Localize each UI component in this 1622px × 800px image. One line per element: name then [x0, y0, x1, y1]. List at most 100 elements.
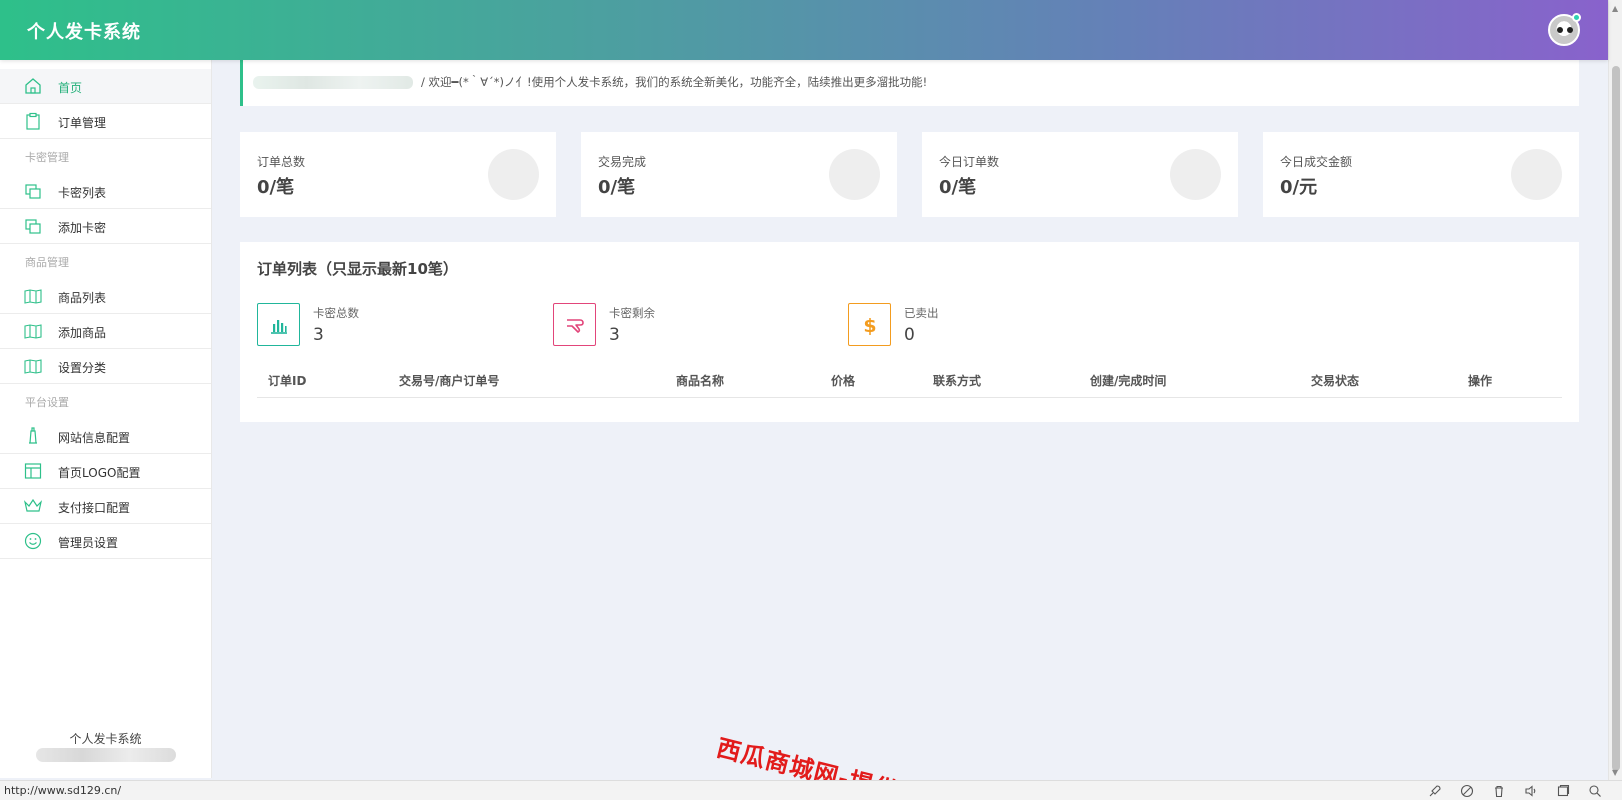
column-header-action: 操作	[1468, 374, 1493, 388]
stat-card-total-orders: 订单总数 0/笔	[240, 132, 556, 217]
window-icon[interactable]	[1556, 784, 1570, 798]
column-header-order-id: 订单ID	[268, 374, 307, 388]
stat-circle-icon	[829, 149, 880, 200]
redacted-text	[253, 76, 413, 89]
summary-card-total: 卡密总数 3	[257, 303, 517, 347]
stat-card-completed: 交易完成 0/笔	[581, 132, 897, 217]
nav-group-card: 卡密管理	[25, 151, 69, 164]
welcome-banner: / 欢迎━(*｀∀´*)ノ亻!使用个人发卡系统，我们的系统全新美化，功能齐全，陆…	[240, 60, 1579, 106]
stat-value: 0/笔	[257, 177, 295, 198]
block-icon[interactable]	[1460, 784, 1474, 798]
stat-circle-icon	[1170, 149, 1221, 200]
sidebar-item-add-goods[interactable]: 添加商品	[0, 314, 211, 349]
sidebar-item-label: 支付接口配置	[58, 501, 131, 515]
sidebar-item-home[interactable]: 首页	[0, 69, 211, 104]
sidebar-item-label: 首页LOGO配置	[58, 466, 141, 480]
summary-label: 卡密总数	[313, 306, 359, 320]
smile-icon	[24, 532, 42, 550]
sidebar-item-label: 设置分类	[58, 361, 107, 375]
trash-icon[interactable]	[1492, 784, 1506, 798]
copy-icon	[25, 184, 41, 199]
sidebar-item-label: 添加卡密	[58, 221, 107, 235]
avatar-eye	[1557, 27, 1563, 33]
sidebar-item-card-list[interactable]: 卡密列表	[0, 174, 211, 209]
stat-title: 今日成交金额	[1280, 155, 1353, 169]
sidebar-item-payment[interactable]: 支付接口配置	[0, 489, 211, 524]
stat-title: 今日订单数	[939, 155, 1000, 169]
sidebar-item-goods-list[interactable]: 商品列表	[0, 279, 211, 314]
stat-value: 0/元	[1280, 177, 1318, 198]
summary-label: 已卖出	[904, 306, 939, 320]
lighthouse-icon	[29, 427, 37, 444]
sidebar-item-label: 添加商品	[58, 326, 107, 340]
stat-title: 交易完成	[598, 155, 647, 169]
home-icon	[25, 78, 41, 94]
bar-chart-icon	[257, 303, 300, 346]
column-header-contact: 联系方式	[933, 374, 982, 388]
summary-value: 0	[904, 325, 915, 345]
stat-value: 0/笔	[598, 177, 636, 198]
column-header-product: 商品名称	[676, 374, 725, 388]
summary-value: 3	[313, 325, 324, 345]
avatar-eye	[1567, 27, 1573, 33]
status-url: http://www.sd129.cn/	[4, 784, 122, 797]
stat-value: 0/笔	[939, 177, 977, 198]
nav-group-platform: 平台设置	[25, 396, 69, 409]
column-header-trade-no: 交易号/商户订单号	[399, 374, 500, 388]
sidebar-footer-title: 个人发卡系统	[69, 732, 142, 746]
redacted-text	[36, 748, 176, 762]
welcome-message: / 欢迎━(*｀∀´*)ノ亻!使用个人发卡系统，我们的系统全新美化，功能齐全，陆…	[421, 75, 928, 89]
sidebar: 首页 订单管理 卡密管理 卡密列表 添加卡密 商品管理 商品列表 添加商品 设置…	[0, 60, 212, 778]
top-header: 个人发卡系统	[0, 0, 1608, 60]
stat-circle-icon	[1511, 149, 1562, 200]
summary-label: 卡密剩余	[609, 306, 655, 320]
scrollbar-thumb[interactable]	[1612, 66, 1620, 771]
scroll-down-arrow-icon[interactable]: ▼	[1612, 768, 1618, 777]
sidebar-item-logo[interactable]: 首页LOGO配置	[0, 454, 211, 489]
order-list-panel: 订单列表（只显示最新10笔） 卡密总数 3 卡密剩余 3 $ 已卖出 0 订单I…	[240, 242, 1579, 422]
sidebar-item-label: 首页	[58, 81, 83, 95]
user-avatar[interactable]	[1548, 13, 1581, 46]
sidebar-item-label: 卡密列表	[58, 186, 107, 200]
clipboard-icon	[26, 112, 40, 130]
sidebar-item-orders[interactable]: 订单管理	[0, 104, 211, 139]
zoom-icon[interactable]	[1588, 784, 1602, 798]
stat-card-today-orders: 今日订单数 0/笔	[922, 132, 1238, 217]
sidebar-item-label: 管理员设置	[58, 536, 119, 550]
summary-card-remaining: 卡密剩余 3	[553, 303, 813, 347]
sidebar-item-add-card[interactable]: 添加卡密	[0, 209, 211, 244]
column-header-time: 创建/完成时间	[1090, 374, 1167, 388]
column-header-price: 价格	[831, 374, 856, 388]
hand-icon	[553, 303, 596, 346]
sidebar-item-label: 商品列表	[58, 291, 107, 305]
sidebar-item-label: 网站信息配置	[58, 431, 131, 445]
book-icon	[24, 359, 42, 374]
stat-card-today-amount: 今日成交金额 0/元	[1263, 132, 1579, 217]
sidebar-item-site-info[interactable]: 网站信息配置	[0, 419, 211, 454]
column-header-status: 交易状态	[1311, 374, 1360, 388]
panel-title: 订单列表（只显示最新10笔）	[257, 260, 458, 278]
nav-group-goods: 商品管理	[25, 256, 69, 269]
copy-icon	[25, 219, 41, 234]
book-icon	[24, 289, 42, 304]
scroll-up-arrow-icon[interactable]: ▲	[1612, 4, 1618, 13]
summary-card-sold: $ 已卖出 0	[848, 303, 1108, 347]
app-brand[interactable]: 个人发卡系统	[27, 18, 141, 44]
crown-icon	[24, 498, 42, 512]
book-icon	[24, 324, 42, 339]
layout-icon	[24, 463, 42, 479]
rocket-icon[interactable]	[1428, 784, 1442, 798]
vertical-scrollbar[interactable]: ▲ ▼	[1608, 0, 1622, 780]
sidebar-item-admin[interactable]: 管理员设置	[0, 524, 211, 559]
dollar-icon: $	[848, 303, 891, 346]
summary-value: 3	[609, 325, 620, 345]
online-status-dot	[1572, 13, 1581, 22]
stat-title: 订单总数	[257, 155, 306, 169]
stat-circle-icon	[488, 149, 539, 200]
sidebar-item-category[interactable]: 设置分类	[0, 349, 211, 384]
svg-text:$: $	[863, 315, 876, 336]
sidebar-item-label: 订单管理	[58, 116, 107, 130]
orders-table-header: 订单ID 交易号/商户订单号 商品名称 价格 联系方式 创建/完成时间 交易状态…	[257, 358, 1562, 398]
browser-status-bar: http://www.sd129.cn/	[0, 780, 1622, 800]
speaker-icon[interactable]	[1524, 784, 1538, 798]
